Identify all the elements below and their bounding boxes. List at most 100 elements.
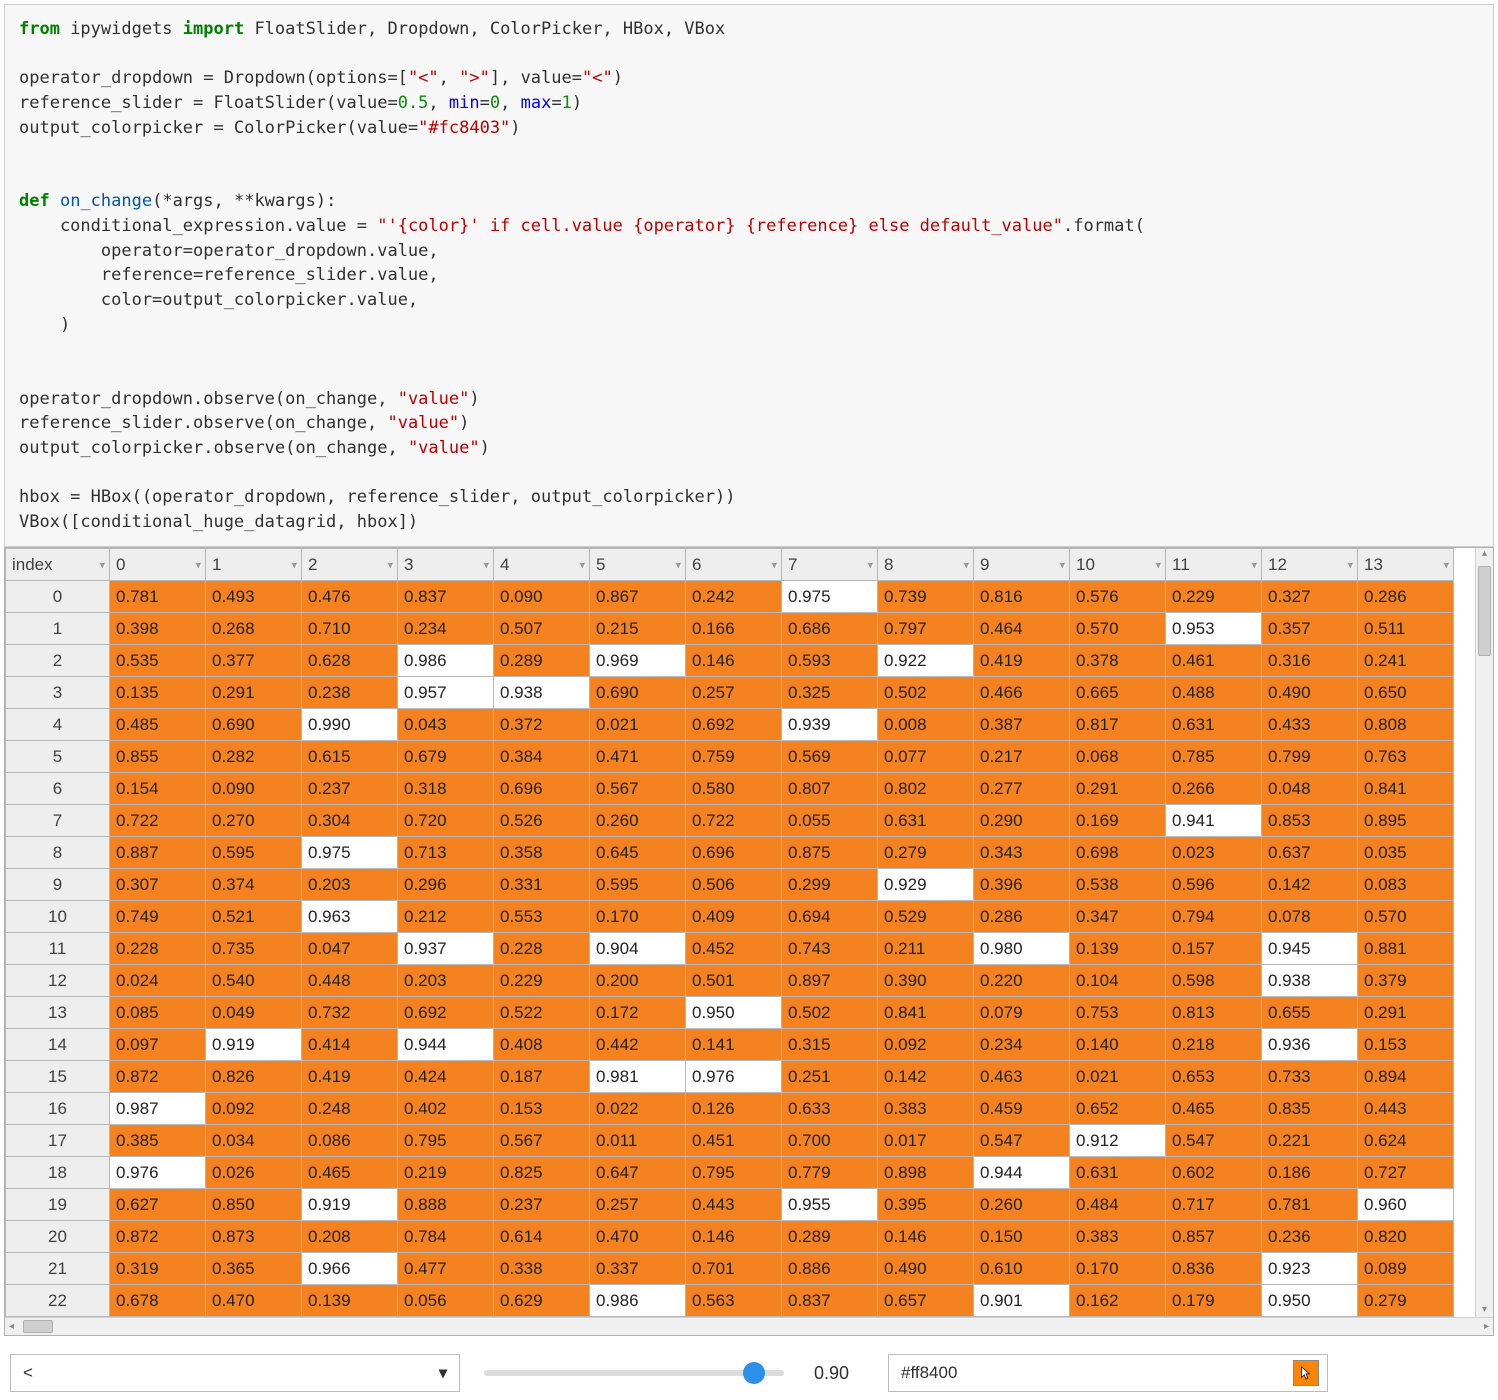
data-cell[interactable]: 0.647 (590, 1157, 686, 1189)
data-cell[interactable]: 0.593 (782, 645, 878, 677)
data-cell[interactable]: 0.150 (974, 1221, 1070, 1253)
data-cell[interactable]: 0.872 (110, 1061, 206, 1093)
data-cell[interactable]: 0.142 (878, 1061, 974, 1093)
column-header[interactable]: 9▾ (974, 549, 1070, 581)
data-cell[interactable]: 0.379 (1358, 965, 1454, 997)
data-cell[interactable]: 0.987 (110, 1093, 206, 1125)
data-cell[interactable]: 0.886 (782, 1253, 878, 1285)
data-cell[interactable]: 0.912 (1070, 1125, 1166, 1157)
data-cell[interactable]: 0.090 (494, 581, 590, 613)
data-cell[interactable]: 0.090 (206, 773, 302, 805)
data-cell[interactable]: 0.837 (782, 1285, 878, 1317)
data-cell[interactable]: 0.291 (1358, 997, 1454, 1029)
data-cell[interactable]: 0.553 (494, 901, 590, 933)
data-cell[interactable]: 0.969 (590, 645, 686, 677)
data-cell[interactable]: 0.021 (590, 709, 686, 741)
data-cell[interactable]: 0.567 (590, 773, 686, 805)
data-cell[interactable]: 0.950 (686, 997, 782, 1029)
data-cell[interactable]: 0.187 (494, 1061, 590, 1093)
data-cell[interactable]: 0.282 (206, 741, 302, 773)
data-cell[interactable]: 0.857 (1166, 1221, 1262, 1253)
data-cell[interactable]: 0.938 (494, 677, 590, 709)
data-cell[interactable]: 0.316 (1262, 645, 1358, 677)
data-cell[interactable]: 0.547 (974, 1125, 1070, 1157)
data-cell[interactable]: 0.749 (110, 901, 206, 933)
data-cell[interactable]: 0.990 (302, 709, 398, 741)
data-cell[interactable]: 0.277 (974, 773, 1070, 805)
data-cell[interactable]: 0.945 (1262, 933, 1358, 965)
data-cell[interactable]: 0.078 (1262, 901, 1358, 933)
data-cell[interactable]: 0.841 (878, 997, 974, 1029)
data-cell[interactable]: 0.221 (1262, 1125, 1358, 1157)
data-cell[interactable]: 0.212 (398, 901, 494, 933)
data-cell[interactable]: 0.944 (974, 1157, 1070, 1189)
data-cell[interactable]: 0.451 (686, 1125, 782, 1157)
data-cell[interactable]: 0.919 (206, 1029, 302, 1061)
row-index[interactable]: 19 (6, 1189, 110, 1221)
filter-icon[interactable]: ▾ (1443, 558, 1449, 571)
data-cell[interactable]: 0.720 (398, 805, 494, 837)
table-row[interactable]: 50.8550.2820.6150.6790.3840.4710.7590.56… (6, 741, 1454, 773)
filter-icon[interactable]: ▾ (579, 558, 585, 571)
data-cell[interactable]: 0.470 (206, 1285, 302, 1317)
data-cell[interactable]: 0.465 (1166, 1093, 1262, 1125)
row-index[interactable]: 2 (6, 645, 110, 677)
filter-icon[interactable]: ▾ (867, 558, 873, 571)
horizontal-scrollbar[interactable]: ◂ ▸ (5, 1317, 1493, 1335)
table-row[interactable]: 160.9870.0920.2480.4020.1530.0220.1260.6… (6, 1093, 1454, 1125)
data-cell[interactable]: 0.850 (206, 1189, 302, 1221)
data-cell[interactable]: 0.727 (1358, 1157, 1454, 1189)
row-index[interactable]: 17 (6, 1125, 110, 1157)
data-cell[interactable]: 0.372 (494, 709, 590, 741)
table-row[interactable]: 80.8870.5950.9750.7130.3580.6450.6960.87… (6, 837, 1454, 869)
data-cell[interactable]: 0.229 (1166, 581, 1262, 613)
row-index[interactable]: 8 (6, 837, 110, 869)
data-cell[interactable]: 0.307 (110, 869, 206, 901)
data-cell[interactable]: 0.836 (1166, 1253, 1262, 1285)
data-cell[interactable]: 0.083 (1358, 869, 1454, 901)
row-index[interactable]: 1 (6, 613, 110, 645)
column-header[interactable]: 7▾ (782, 549, 878, 581)
data-cell[interactable]: 0.126 (686, 1093, 782, 1125)
row-index[interactable]: 6 (6, 773, 110, 805)
data-cell[interactable]: 0.570 (1358, 901, 1454, 933)
data-cell[interactable]: 0.629 (494, 1285, 590, 1317)
data-cell[interactable]: 0.507 (494, 613, 590, 645)
table-row[interactable]: 60.1540.0900.2370.3180.6960.5670.5800.80… (6, 773, 1454, 805)
data-cell[interactable]: 0.203 (398, 965, 494, 997)
data-cell[interactable]: 0.424 (398, 1061, 494, 1093)
row-index[interactable]: 22 (6, 1285, 110, 1317)
data-cell[interactable]: 0.631 (1070, 1157, 1166, 1189)
data-cell[interactable]: 0.203 (302, 869, 398, 901)
data-cell[interactable]: 0.331 (494, 869, 590, 901)
data-cell[interactable]: 0.941 (1166, 805, 1262, 837)
filter-icon[interactable]: ▾ (1155, 558, 1161, 571)
data-cell[interactable]: 0.732 (302, 997, 398, 1029)
data-cell[interactable]: 0.922 (878, 645, 974, 677)
scroll-right-icon[interactable]: ▸ (1484, 1321, 1489, 1332)
data-cell[interactable]: 0.219 (398, 1157, 494, 1189)
column-header[interactable]: 2▾ (302, 549, 398, 581)
data-cell[interactable]: 0.784 (398, 1221, 494, 1253)
data-cell[interactable]: 0.086 (302, 1125, 398, 1157)
data-cell[interactable]: 0.409 (686, 901, 782, 933)
data-cell[interactable]: 0.238 (302, 677, 398, 709)
data-cell[interactable]: 0.234 (974, 1029, 1070, 1061)
row-index[interactable]: 21 (6, 1253, 110, 1285)
data-cell[interactable]: 0.377 (206, 645, 302, 677)
data-cell[interactable]: 0.443 (1358, 1093, 1454, 1125)
data-cell[interactable]: 0.385 (110, 1125, 206, 1157)
data-cell[interactable]: 0.493 (206, 581, 302, 613)
filter-icon[interactable]: ▾ (1347, 558, 1353, 571)
data-cell[interactable]: 0.383 (878, 1093, 974, 1125)
data-cell[interactable]: 0.980 (974, 933, 1070, 965)
data-cell[interactable]: 0.686 (782, 613, 878, 645)
data-cell[interactable]: 0.017 (878, 1125, 974, 1157)
data-cell[interactable]: 0.895 (1358, 805, 1454, 837)
data-cell[interactable]: 0.735 (206, 933, 302, 965)
data-cell[interactable]: 0.228 (494, 933, 590, 965)
datagrid-table[interactable]: index▾0▾1▾2▾3▾4▾5▾6▾7▾8▾9▾10▾11▾12▾13▾00… (5, 548, 1454, 1317)
data-cell[interactable]: 0.241 (1358, 645, 1454, 677)
data-cell[interactable]: 0.813 (1166, 997, 1262, 1029)
data-cell[interactable]: 0.665 (1070, 677, 1166, 709)
